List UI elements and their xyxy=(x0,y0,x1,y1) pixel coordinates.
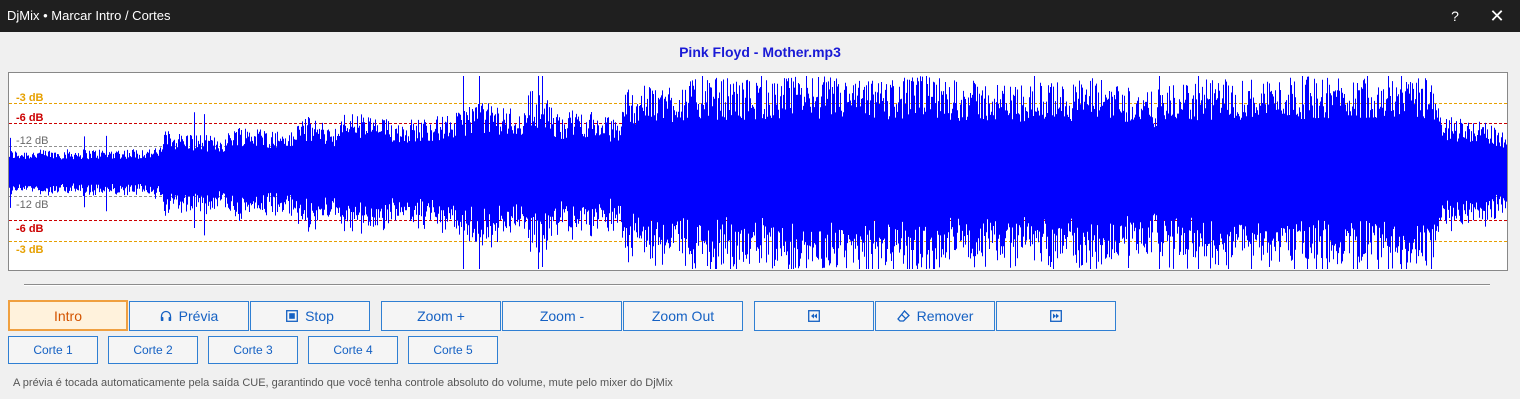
footer-note: A prévia é tocada automaticamente pela s… xyxy=(13,377,673,389)
corte-3-label: Corte 3 xyxy=(233,343,273,357)
corte-2-button[interactable]: Corte 2 xyxy=(108,336,198,364)
db-label-minus3-top: -3 dB xyxy=(16,92,44,104)
stop-label: Stop xyxy=(305,308,334,324)
help-button[interactable]: ? xyxy=(1432,0,1478,32)
previa-button[interactable]: Prévia xyxy=(129,301,249,331)
track-filename: Pink Floyd - Mother.mp3 xyxy=(679,44,841,60)
headphones-icon xyxy=(160,310,172,322)
db-label-minus12-bottom: -12 dB xyxy=(16,199,49,211)
eraser-icon xyxy=(896,310,910,322)
db-label-minus6-bottom: -6 dB xyxy=(16,223,44,235)
corte-1-label: Corte 1 xyxy=(33,343,73,357)
corte-4-button[interactable]: Corte 4 xyxy=(308,336,398,364)
close-button[interactable]: ✕ xyxy=(1474,0,1520,32)
db-label-minus3-bottom: -3 dB xyxy=(16,244,44,256)
zoom-in-label: Zoom + xyxy=(417,308,465,324)
previa-label: Prévia xyxy=(178,308,219,324)
next-marker-icon xyxy=(1050,310,1062,322)
remover-label: Remover xyxy=(916,308,974,324)
previous-marker-button[interactable] xyxy=(754,301,874,331)
separator-line xyxy=(24,284,1490,286)
stop-button[interactable]: Stop xyxy=(250,301,370,331)
title-bar: DjMix • Marcar Intro / Cortes ? ✕ xyxy=(0,0,1520,32)
previous-marker-icon xyxy=(808,310,820,322)
waveform-canvas[interactable] xyxy=(9,73,1507,270)
corte-5-label: Corte 5 xyxy=(433,343,473,357)
corte-3-button[interactable]: Corte 3 xyxy=(208,336,298,364)
zoom-out-step-button[interactable]: Zoom - xyxy=(502,301,622,331)
corte-2-label: Corte 2 xyxy=(133,343,173,357)
remover-button[interactable]: Remover xyxy=(875,301,995,331)
stop-icon xyxy=(286,310,299,322)
zoom-in-button[interactable]: Zoom + xyxy=(381,301,501,331)
waveform-panel[interactable]: -3 dB -6 dB -12 dB -12 dB -6 dB -3 dB xyxy=(8,72,1508,271)
corte-5-button[interactable]: Corte 5 xyxy=(408,336,498,364)
window-title: DjMix • Marcar Intro / Cortes xyxy=(7,8,171,23)
zoom-out-step-label: Zoom - xyxy=(539,308,585,324)
next-marker-button[interactable] xyxy=(996,301,1116,331)
corte-4-label: Corte 4 xyxy=(333,343,373,357)
zoom-reset-button[interactable]: Zoom Out xyxy=(623,301,743,331)
corte-1-button[interactable]: Corte 1 xyxy=(8,336,98,364)
waveform-signal xyxy=(9,76,1507,269)
zoom-reset-label: Zoom Out xyxy=(651,308,715,324)
intro-label: Intro xyxy=(53,307,82,324)
db-label-minus6-top: -6 dB xyxy=(16,112,44,124)
db-label-minus12-top: -12 dB xyxy=(16,135,49,147)
intro-button[interactable]: Intro xyxy=(8,300,128,331)
